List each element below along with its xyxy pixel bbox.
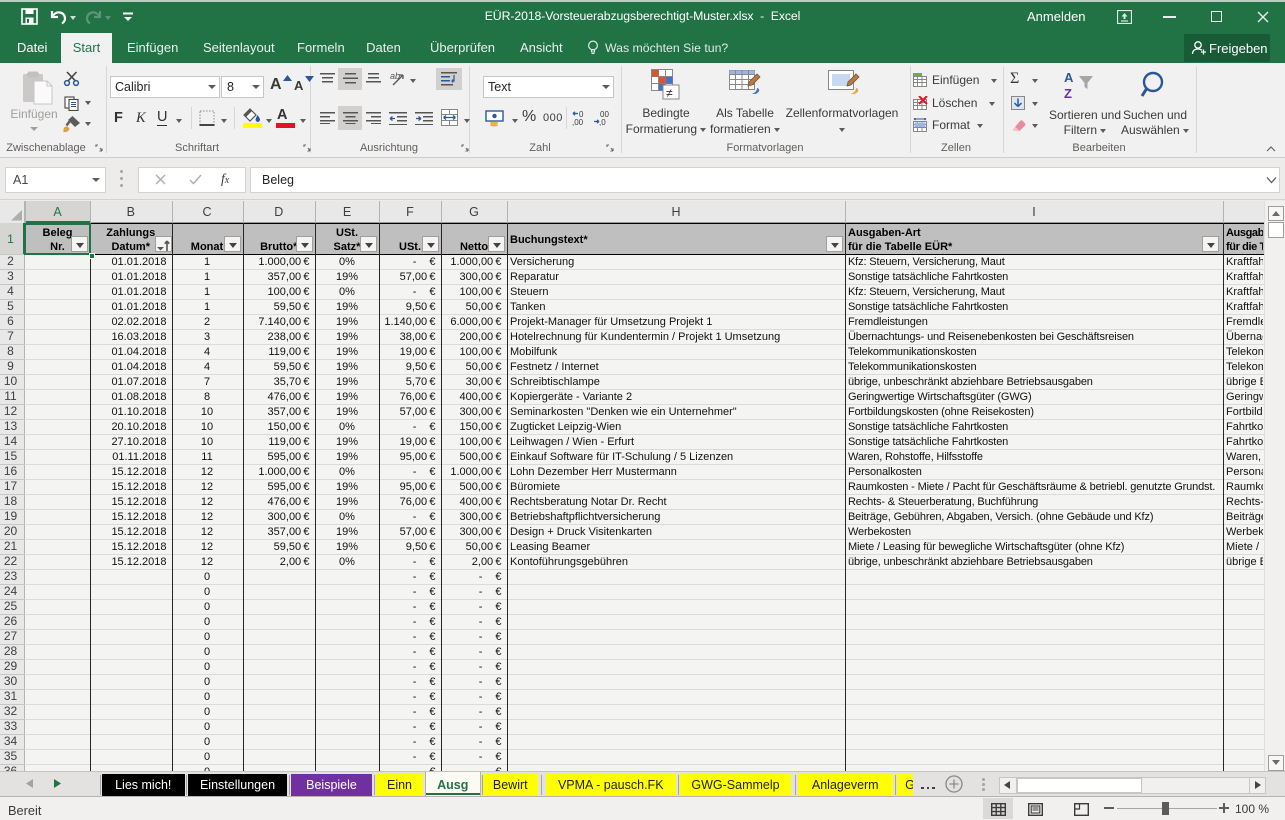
svg-text:,0: ,0 <box>599 118 606 126</box>
svg-text:,00: ,00 <box>572 118 584 126</box>
svg-text:≠: ≠ <box>666 86 673 100</box>
